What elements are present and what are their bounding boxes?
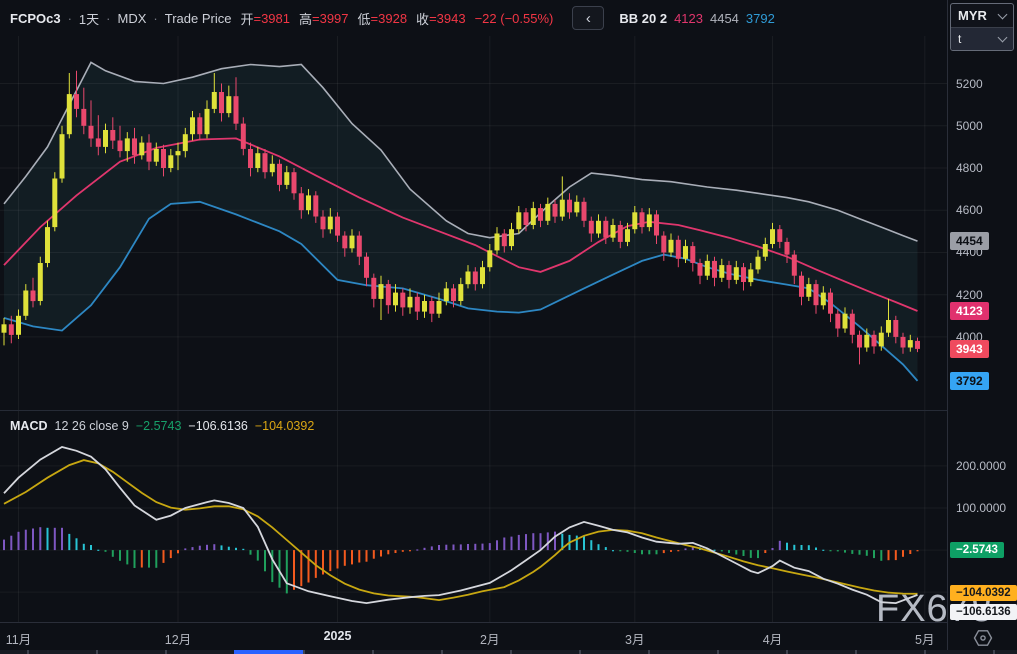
macd-badge: −2.5743	[950, 542, 1004, 558]
scroll-segment-divider	[27, 650, 29, 654]
chevron-down-icon	[998, 9, 1008, 19]
series-type-label[interactable]: Trade Price	[165, 11, 232, 26]
chart-canvas[interactable]	[0, 0, 947, 654]
price-tick-label: 5200	[956, 77, 983, 91]
bb-indicator-label[interactable]: BB 20 2	[619, 11, 667, 26]
time-axis-label[interactable]: 4月	[763, 629, 782, 648]
currency-value: MYR	[958, 8, 987, 23]
separator: ·	[153, 11, 157, 26]
macd-legend: MACD 12 26 close 9 −2.5743 −106.6136 −10…	[10, 419, 314, 433]
price-badge: 3792	[950, 372, 989, 390]
time-axis-label[interactable]: 2月	[480, 629, 499, 648]
time-axis-label[interactable]: 12月	[165, 629, 191, 648]
price-tick-label: 5000	[956, 119, 983, 133]
trading-chart-app: FX678 FCPOc3 · 1天 · MDX · Trade Price 开=…	[0, 0, 1017, 654]
scroll-active-segment[interactable]	[234, 650, 303, 654]
macd-line	[4, 447, 918, 603]
bb-mid-value: 4123	[674, 11, 703, 26]
price-badge: 4123	[950, 302, 989, 320]
ohlc-high: 高=3997	[299, 9, 349, 28]
macd-params: 12 26 close 9	[55, 419, 129, 433]
macd-badge: −106.6136	[950, 604, 1017, 620]
scroll-segment-divider	[579, 650, 581, 654]
price-badge: 3943	[950, 340, 989, 358]
bb-lower-value: 3792	[746, 11, 775, 26]
scroll-segment-divider	[510, 650, 512, 654]
macd-hist-value: −2.5743	[136, 419, 182, 433]
bb-upper-value: 4454	[710, 11, 739, 26]
time-axis[interactable]: 11月 12月 2025 2月 3月 4月 5月	[0, 622, 947, 649]
chevron-down-icon	[998, 33, 1008, 43]
currency-dropdown[interactable]: MYR	[951, 4, 1013, 27]
ohlc-low: 低=3928	[358, 9, 408, 28]
macd-title[interactable]: MACD	[10, 419, 48, 433]
chevron-left-icon: ‹	[586, 11, 591, 26]
time-axis-label[interactable]: 11月	[6, 629, 31, 648]
scroll-segment-divider	[993, 650, 995, 654]
time-axis-label[interactable]: 3月	[625, 629, 644, 648]
price-badge: 4454	[950, 232, 989, 250]
time-axis-label[interactable]: 5月	[915, 629, 934, 648]
scroll-segment-divider	[855, 650, 857, 654]
bb-fill	[4, 62, 918, 381]
price-tick-label: 4600	[956, 203, 983, 217]
scroll-segment-divider	[924, 650, 926, 654]
symbol-name[interactable]: FCPOc3	[10, 11, 61, 26]
price-tick-label: 4800	[956, 161, 983, 175]
price-axis[interactable]: MYR t 5200500048004600440042004000200.00…	[947, 0, 1017, 654]
scroll-segment-divider	[441, 650, 443, 654]
scroll-segment-divider	[96, 650, 98, 654]
scroll-segment-divider	[717, 650, 719, 654]
ohlc-close: 收=3943	[416, 9, 466, 28]
separator: ·	[68, 11, 72, 26]
separator: ·	[106, 11, 110, 26]
macd-signal-value: −104.0392	[255, 419, 314, 433]
macd-tick-label: 200.0000	[956, 459, 1006, 473]
bottom-scroll-bar[interactable]	[0, 650, 1017, 654]
axis-unit-selector: MYR t	[950, 3, 1014, 51]
exchange-label[interactable]: MDX	[118, 11, 147, 26]
time-axis-label[interactable]: 2025	[324, 629, 352, 643]
collapse-legend-button[interactable]: ‹	[572, 6, 604, 30]
scroll-segment-divider	[372, 650, 374, 654]
macd-signal-line	[4, 460, 918, 600]
scroll-segment-divider	[786, 650, 788, 654]
scroll-segment-divider	[165, 650, 167, 654]
macd-tick-label: 100.0000	[956, 501, 1006, 515]
price-tick-label: 4200	[956, 288, 983, 302]
chart-legend-toolbar: FCPOc3 · 1天 · MDX · Trade Price 开=3981 高…	[10, 0, 775, 36]
scroll-segment-divider	[648, 650, 650, 654]
unit-value: t	[958, 32, 961, 46]
change-value: −22 (−0.55%)	[475, 11, 554, 26]
ohlc-open: 开=3981	[240, 9, 290, 28]
macd-line-value: −106.6136	[188, 419, 247, 433]
scroll-segment-divider	[303, 650, 305, 654]
macd-badge: −104.0392	[950, 585, 1017, 601]
interval-label[interactable]: 1天	[79, 9, 99, 28]
unit-dropdown[interactable]: t	[951, 27, 1013, 50]
